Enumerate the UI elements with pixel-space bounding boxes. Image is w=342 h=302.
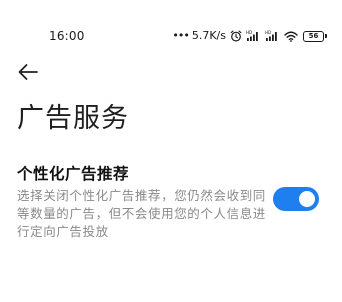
page-title: 广告服务 bbox=[17, 103, 129, 134]
back-arrow-icon bbox=[18, 64, 38, 80]
status-bar: 16:00 ••• 5.7K/s HD HD 56 bbox=[0, 28, 342, 46]
back-button[interactable] bbox=[14, 58, 42, 86]
battery-icon: 56 bbox=[303, 30, 327, 42]
network-speed: 5.7K/s bbox=[191, 29, 226, 42]
battery-level: 56 bbox=[308, 32, 319, 40]
personalized-ads-setting[interactable]: 个性化广告推荐 选择关闭个性化广告推荐，您仍然会收到同等数量的广告，但不会使用您… bbox=[0, 160, 342, 242]
svg-text:HD: HD bbox=[265, 30, 271, 35]
status-icons: ••• 5.7K/s HD HD 56 bbox=[172, 29, 327, 43]
notification-dots: ••• bbox=[172, 29, 189, 42]
toggle-knob bbox=[299, 191, 315, 207]
setting-text: 个性化广告推荐 选择关闭个性化广告推荐，您仍然会收到同等数量的广告，但不会使用您… bbox=[17, 164, 267, 241]
signal-hd-icon: HD bbox=[246, 30, 261, 42]
status-time: 16:00 bbox=[49, 29, 85, 43]
setting-description: 选择关闭个性化广告推荐，您仍然会收到同等数量的广告，但不会使用您的个人信息进行定… bbox=[17, 188, 266, 239]
setting-title: 个性化广告推荐 bbox=[17, 165, 130, 183]
personalized-ads-toggle[interactable] bbox=[273, 187, 319, 211]
wifi-icon bbox=[284, 31, 298, 42]
screen: 16:00 ••• 5.7K/s HD HD 56 广告服务 个性化广告推荐 选… bbox=[0, 0, 342, 302]
svg-text:HD: HD bbox=[246, 30, 252, 35]
signal-hd-icon-2: HD bbox=[265, 30, 280, 42]
alarm-icon bbox=[230, 30, 242, 42]
